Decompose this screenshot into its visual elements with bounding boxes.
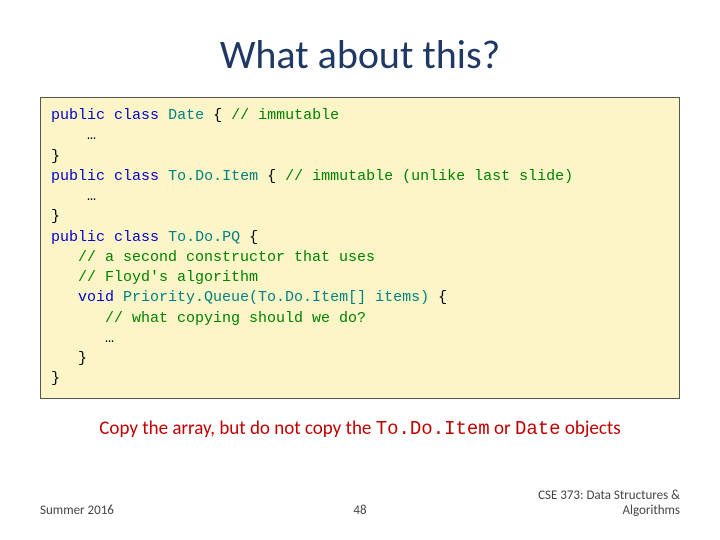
ident-ctor: Priority.Queue(To.Do.Item[] <box>123 289 366 306</box>
answer-text: Copy the array, but do not copy the To.D… <box>40 417 680 440</box>
code-line: } <box>51 370 60 387</box>
answer-mid: or <box>490 417 515 440</box>
kw-public: public <box>51 229 105 246</box>
ident-todoitem: To.Do.Item <box>168 168 258 185</box>
brace: { <box>249 229 258 246</box>
slide-title: What about this? <box>40 30 680 79</box>
ident-param: items) <box>375 289 429 306</box>
ident-date: Date <box>168 107 204 124</box>
kw-public: public <box>51 107 105 124</box>
footer: Summer 2016 48 CSE 373: Data Structures … <box>40 488 680 518</box>
comment: // Floyd's algorithm <box>51 269 258 286</box>
slide-number: 48 <box>40 503 680 518</box>
brace: { <box>213 107 222 124</box>
kw-class: class <box>114 168 159 185</box>
slide: What about this? public class Date { // … <box>0 0 720 540</box>
comment: // immutable <box>231 107 339 124</box>
code-block: public class Date { // immutable … } pub… <box>40 97 680 399</box>
kw-void: void <box>51 289 114 306</box>
code-line: } <box>51 148 60 165</box>
comment: // what copying should we do? <box>51 310 366 327</box>
kw-class: class <box>114 107 159 124</box>
kw-class: class <box>114 229 159 246</box>
brace: { <box>438 289 447 306</box>
code-line: } <box>51 208 60 225</box>
ident-todopq: To.Do.PQ <box>168 229 240 246</box>
code-line: … <box>51 127 96 144</box>
code-line: … <box>51 330 114 347</box>
answer-mono1: To.Do.Item <box>376 418 490 440</box>
answer-pre: Copy the array, but do not copy the <box>99 417 375 440</box>
comment: // a second constructor that uses <box>51 249 375 266</box>
answer-post: objects <box>561 417 621 440</box>
answer-mono2: Date <box>515 418 561 440</box>
code-line: } <box>51 350 87 367</box>
kw-public: public <box>51 168 105 185</box>
code-line: … <box>51 188 96 205</box>
comment: // immutable (unlike last slide) <box>285 168 573 185</box>
brace: { <box>267 168 276 185</box>
